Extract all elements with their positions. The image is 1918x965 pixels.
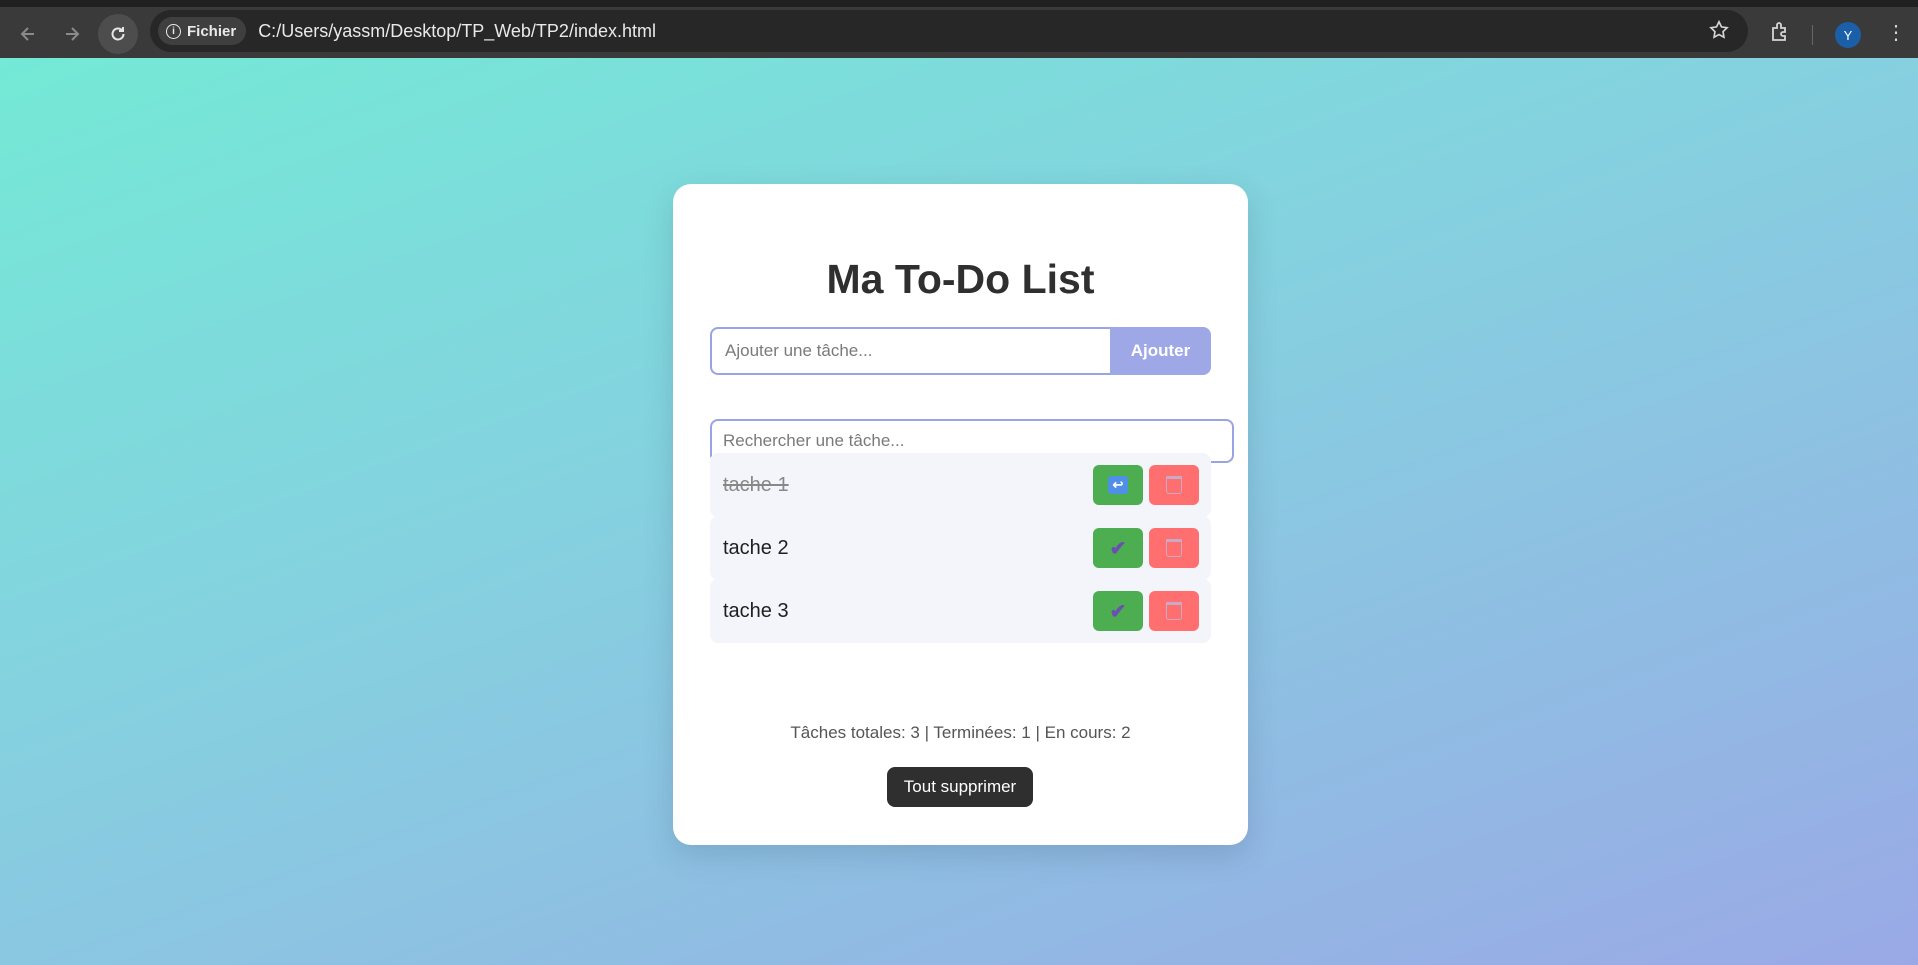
forward-button[interactable] (54, 16, 90, 52)
task-item: tache 3 ✔ (710, 579, 1211, 643)
complete-task-button[interactable]: ✔ (1093, 528, 1143, 568)
reload-button[interactable] (98, 14, 138, 54)
complete-task-button[interactable]: ✔ (1093, 591, 1143, 631)
delete-task-button[interactable] (1149, 591, 1199, 631)
profile-avatar[interactable]: Y (1835, 22, 1861, 48)
clear-all-button[interactable]: Tout supprimer (887, 767, 1033, 807)
extensions-icon[interactable] (1768, 20, 1792, 44)
site-info-chip[interactable]: i Fichier (158, 17, 247, 45)
page-background: Ma To-Do List Ajouter tache 1 ↩ tache 2 … (0, 58, 1918, 965)
add-task-input[interactable] (710, 327, 1110, 375)
check-icon: ✔ (1109, 600, 1127, 623)
trash-icon (1166, 476, 1182, 494)
task-item: tache 2 ✔ (710, 516, 1211, 580)
browser-toolbar: i Fichier C:/Users/yassm/Desktop/TP_Web/… (0, 0, 1918, 58)
task-label: tache 2 (723, 536, 789, 559)
star-icon[interactable] (1708, 19, 1730, 41)
add-task-row: Ajouter (710, 327, 1211, 375)
back-arrow-icon (20, 27, 34, 41)
add-task-button[interactable]: Ajouter (1110, 327, 1211, 375)
back-button[interactable] (10, 16, 46, 52)
site-info-label: Fichier (187, 22, 237, 40)
page-title: Ma To-Do List (826, 256, 1095, 302)
todo-card: Ma To-Do List Ajouter tache 1 ↩ tache 2 … (673, 184, 1248, 845)
check-icon: ✔ (1109, 537, 1127, 560)
undo-task-button[interactable]: ↩ (1093, 465, 1143, 505)
delete-task-button[interactable] (1149, 465, 1199, 505)
task-label: tache 3 (723, 599, 789, 622)
kebab-menu-icon[interactable]: ⋮ (1886, 23, 1906, 43)
trash-icon (1166, 539, 1182, 557)
task-label: tache 1 (723, 473, 789, 496)
url-text[interactable]: C:/Users/yassm/Desktop/TP_Web/TP2/index.… (258, 21, 656, 42)
task-item: tache 1 ↩ (710, 453, 1211, 517)
address-bar[interactable]: i Fichier C:/Users/yassm/Desktop/TP_Web/… (150, 10, 1748, 52)
delete-task-button[interactable] (1149, 528, 1199, 568)
trash-icon (1166, 602, 1182, 620)
task-stats: Tâches totales: 3 | Terminées: 1 | En co… (790, 723, 1131, 742)
toolbar-divider (1812, 25, 1813, 45)
forward-arrow-icon (66, 27, 80, 41)
reload-icon (111, 27, 125, 41)
undo-icon: ↩ (1108, 476, 1128, 494)
info-icon: i (166, 23, 181, 39)
